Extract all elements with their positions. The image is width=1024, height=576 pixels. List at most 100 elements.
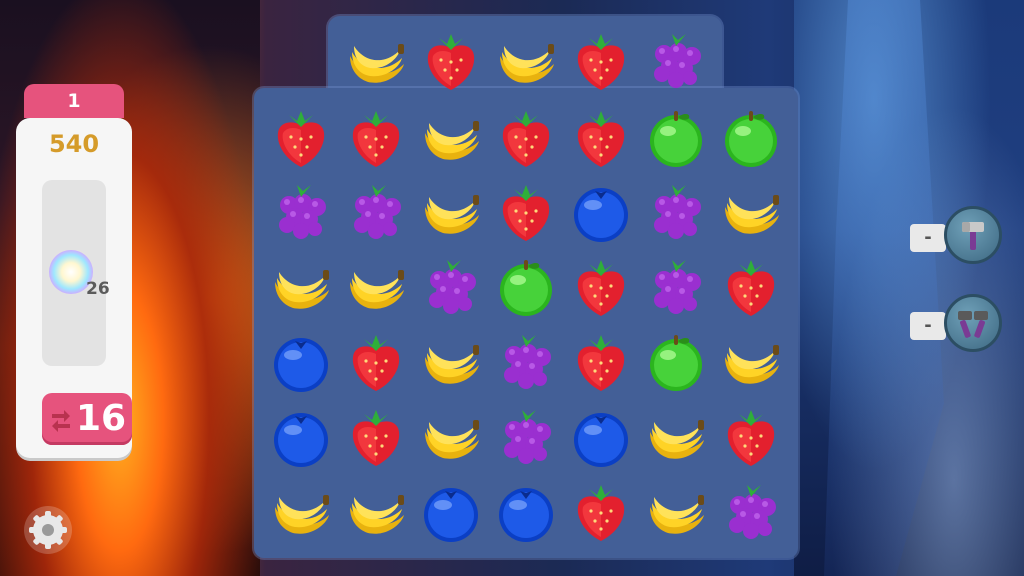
settings-button[interactable] xyxy=(24,506,72,554)
double-hammer-booster[interactable]: - xyxy=(910,294,1002,356)
grape-tile[interactable] xyxy=(264,176,338,250)
grape-icon xyxy=(504,335,551,389)
banana-tile[interactable] xyxy=(339,25,413,99)
strawberry-tile[interactable] xyxy=(714,401,788,475)
apple-tile[interactable] xyxy=(639,326,713,400)
banana-tile[interactable] xyxy=(414,401,488,475)
moves-counter: 16 xyxy=(42,393,132,445)
banana-icon xyxy=(425,195,479,234)
banana-tile[interactable] xyxy=(639,476,713,550)
strawberry-icon xyxy=(577,260,625,316)
blueberry-tile[interactable] xyxy=(489,476,563,550)
swap-arrows-icon xyxy=(52,410,70,432)
strawberry-icon xyxy=(577,335,625,391)
banana-icon xyxy=(725,345,779,384)
strawberry-icon xyxy=(277,111,325,167)
strawberry-tile[interactable] xyxy=(339,401,413,475)
blueberry-icon xyxy=(499,488,553,542)
score-value: 540 xyxy=(48,130,100,158)
strawberry-tile[interactable] xyxy=(564,102,638,176)
grape-icon xyxy=(279,185,326,239)
banana-icon xyxy=(275,495,329,534)
strawberry-tile[interactable] xyxy=(714,251,788,325)
blueberry-tile[interactable] xyxy=(564,176,638,250)
goal-panel: 540 26 16 xyxy=(16,118,132,458)
apple-icon xyxy=(650,111,702,167)
strawberry-tile[interactable] xyxy=(564,25,638,99)
grape-tile[interactable] xyxy=(489,326,563,400)
banana-icon xyxy=(425,121,479,160)
banana-tile[interactable] xyxy=(339,476,413,550)
strawberry-icon xyxy=(577,111,625,167)
banana-tile[interactable] xyxy=(339,251,413,325)
strawberry-tile[interactable] xyxy=(414,25,488,99)
strawberry-tile[interactable] xyxy=(339,102,413,176)
banana-icon xyxy=(425,420,479,459)
apple-tile[interactable] xyxy=(489,251,563,325)
apple-icon xyxy=(500,260,552,316)
banana-tile[interactable] xyxy=(414,176,488,250)
grape-tile[interactable] xyxy=(639,176,713,250)
strawberry-tile[interactable] xyxy=(564,476,638,550)
apple-icon xyxy=(650,335,702,391)
strawberry-icon xyxy=(352,111,400,167)
hammer-booster[interactable]: - xyxy=(910,206,1002,268)
banana-icon xyxy=(275,270,329,309)
grape-icon xyxy=(654,34,701,88)
banana-icon xyxy=(425,345,479,384)
double-hammer-booster-button[interactable] xyxy=(944,294,1002,352)
blueberry-icon xyxy=(574,413,628,467)
strawberry-tile[interactable] xyxy=(564,326,638,400)
strawberry-tile[interactable] xyxy=(489,176,563,250)
apple-tile[interactable] xyxy=(714,102,788,176)
grape-icon xyxy=(654,185,701,239)
grape-icon xyxy=(729,485,776,539)
strawberry-tile[interactable] xyxy=(264,102,338,176)
banana-tile[interactable] xyxy=(639,401,713,475)
banana-icon xyxy=(350,270,404,309)
gear-icon xyxy=(29,511,67,549)
grape-tile[interactable] xyxy=(414,251,488,325)
hammer-booster-button[interactable] xyxy=(944,206,1002,264)
grape-icon xyxy=(504,410,551,464)
grape-tile[interactable] xyxy=(639,25,713,99)
blueberry-icon xyxy=(424,488,478,542)
strawberry-icon xyxy=(502,185,550,241)
apple-tile[interactable] xyxy=(639,102,713,176)
strawberry-tile[interactable] xyxy=(489,102,563,176)
banana-icon xyxy=(725,195,779,234)
strawberry-tile[interactable] xyxy=(339,326,413,400)
strawberry-icon xyxy=(727,260,775,316)
strawberry-tile[interactable] xyxy=(564,251,638,325)
banana-tile[interactable] xyxy=(414,102,488,176)
blueberry-icon xyxy=(274,413,328,467)
banana-icon xyxy=(500,44,554,83)
hammer-icon xyxy=(962,222,984,250)
grape-tile[interactable] xyxy=(339,176,413,250)
banana-tile[interactable] xyxy=(489,25,563,99)
strawberry-icon xyxy=(577,485,625,541)
banana-tile[interactable] xyxy=(714,176,788,250)
double-hammer-icon xyxy=(958,311,988,338)
blueberry-tile[interactable] xyxy=(414,476,488,550)
banana-tile[interactable] xyxy=(264,251,338,325)
banana-icon xyxy=(650,495,704,534)
goal-count: 26 xyxy=(86,279,110,299)
strawberry-icon xyxy=(427,34,475,90)
grape-icon xyxy=(654,260,701,314)
grape-icon xyxy=(354,185,401,239)
grape-tile[interactable] xyxy=(489,401,563,475)
blueberry-tile[interactable] xyxy=(264,401,338,475)
grape-tile[interactable] xyxy=(639,251,713,325)
banana-tile[interactable] xyxy=(714,326,788,400)
blueberry-tile[interactable] xyxy=(264,326,338,400)
strawberry-icon xyxy=(577,34,625,90)
strawberry-icon xyxy=(727,410,775,466)
grape-tile[interactable] xyxy=(714,476,788,550)
strawberry-icon xyxy=(352,335,400,391)
banana-tile[interactable] xyxy=(414,326,488,400)
banana-tile[interactable] xyxy=(264,476,338,550)
blueberry-icon xyxy=(274,338,328,392)
double-hammer-booster-count: - xyxy=(910,312,946,340)
blueberry-tile[interactable] xyxy=(564,401,638,475)
